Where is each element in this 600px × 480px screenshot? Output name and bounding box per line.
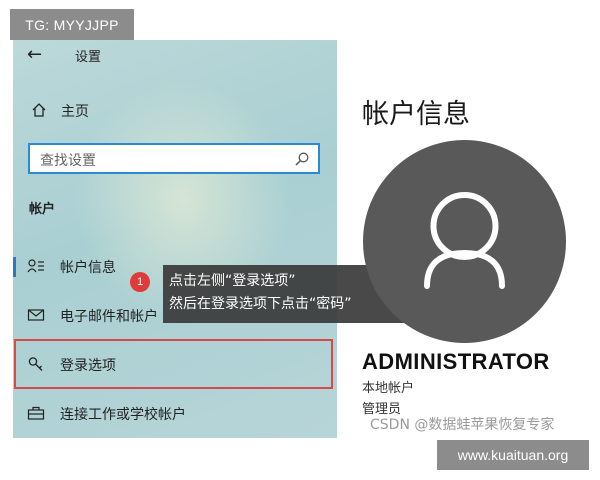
page-title: 帐户信息 (362, 99, 470, 130)
avatar (363, 140, 566, 343)
user-name: ADMINISTRATOR (362, 349, 550, 374)
search-placeholder: 查找设置 (40, 153, 96, 169)
account-type: 本地帐户 (362, 381, 415, 396)
csdn-watermark: CSDN @数据蛙苹果恢复专家 (370, 417, 555, 433)
section-header-accounts: 帐户 (29, 202, 56, 217)
back-arrow-icon[interactable]: ← (27, 44, 42, 65)
sign-in-options-highlight (14, 339, 333, 389)
site-watermark: www.kuaituan.org (437, 440, 589, 470)
briefcase-icon (27, 406, 45, 420)
settings-sidebar: ← 设置 主页 查找设置 帐户 帐户信息 电子邮件和帐户 登录选项 连接工作或学… (13, 40, 337, 438)
sidebar-item-label: 电子邮件和帐户 (60, 309, 158, 325)
sidebar-item-home[interactable]: 主页 (13, 94, 337, 126)
settings-title: 设置 (75, 50, 102, 65)
home-icon (32, 103, 46, 117)
step-badge: 1 (130, 272, 150, 292)
sidebar-item-label: 帐户信息 (60, 260, 116, 276)
account-info-icon (27, 259, 44, 273)
tg-watermark: TG: MYYJJPP (10, 9, 134, 40)
user-icon (424, 192, 505, 289)
sidebar-item-work-school[interactable]: 连接工作或学校帐户 (13, 393, 337, 433)
active-indicator (13, 257, 16, 277)
mail-icon (27, 309, 45, 321)
sidebar-item-label: 连接工作或学校帐户 (60, 407, 186, 423)
search-icon[interactable] (294, 151, 310, 167)
callout-line-2: 然后在登录选项下点击“密码” (169, 296, 352, 312)
sidebar-item-home-label: 主页 (61, 104, 89, 120)
search-input[interactable]: 查找设置 (28, 143, 320, 174)
